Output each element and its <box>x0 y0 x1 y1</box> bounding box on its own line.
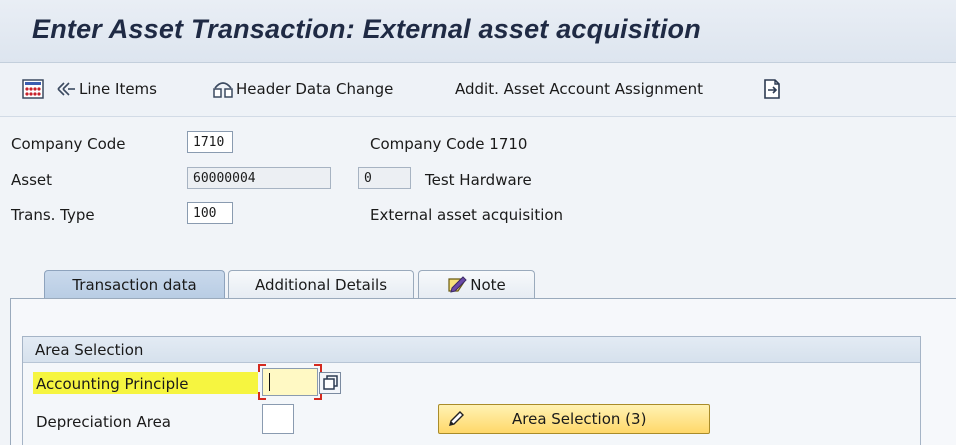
addit-asset-account-assignment-button[interactable]: Addit. Asset Account Assignment <box>455 77 703 101</box>
application-toolbar: Line Items Header Data Change Addit. Ass… <box>0 63 956 117</box>
page-title: Enter Asset Transaction: External asset … <box>32 14 701 44</box>
asset-subnumber-field: 0 <box>358 167 411 189</box>
area-selection-group-header: Area Selection <box>23 337 920 363</box>
pencil-icon <box>446 409 466 429</box>
grid-overview-icon <box>22 79 44 99</box>
header-data-change-label: Header Data Change <box>236 80 394 98</box>
header-data-change-button[interactable]: Header Data Change <box>212 77 393 101</box>
company-code-description: Company Code 1710 <box>370 135 528 153</box>
trans-type-description: External asset acquisition <box>370 206 564 224</box>
trans-type-label: Trans. Type <box>11 206 95 224</box>
depreciation-area-field[interactable] <box>262 404 294 434</box>
document-button[interactable] <box>763 77 781 101</box>
company-code-field[interactable]: 1710 <box>187 131 233 153</box>
line-items-label: Line Items <box>79 80 157 98</box>
title-bar: Enter Asset Transaction: External asset … <box>0 0 956 63</box>
document-icon <box>763 79 781 99</box>
addit-asset-account-assignment-label: Addit. Asset Account Assignment <box>455 80 704 98</box>
asset-number-field: 60000004 <box>187 167 331 189</box>
tab-additional-details-label: Additional Details <box>254 275 388 294</box>
line-items-icon <box>56 80 76 98</box>
company-code-label: Company Code <box>11 135 126 153</box>
tab-note-label: Note <box>470 275 506 294</box>
asset-label: Asset <box>11 171 53 189</box>
asset-description: Test Hardware <box>425 171 532 189</box>
area-selection-group-title: Area Selection <box>35 341 144 359</box>
depreciation-area-label: Depreciation Area <box>36 413 171 431</box>
tab-transaction-data[interactable]: Transaction data <box>44 270 225 298</box>
overview-button[interactable] <box>22 77 44 101</box>
focus-marker <box>258 364 322 400</box>
line-items-button[interactable]: Line Items <box>56 77 157 101</box>
tab-transaction-data-label: Transaction data <box>72 275 197 294</box>
note-icon <box>447 275 467 294</box>
trans-type-field[interactable]: 100 <box>187 202 233 224</box>
header-data-icon <box>212 79 234 99</box>
value-help-button[interactable] <box>319 372 341 394</box>
accounting-principle-label: Accounting Principle <box>36 375 189 393</box>
tab-note[interactable]: Note <box>418 270 535 298</box>
value-help-icon <box>323 375 338 390</box>
area-selection-button-label: Area Selection (3) <box>512 410 647 428</box>
area-selection-button[interactable]: Area Selection (3) <box>438 404 710 434</box>
tab-additional-details[interactable]: Additional Details <box>228 270 414 298</box>
